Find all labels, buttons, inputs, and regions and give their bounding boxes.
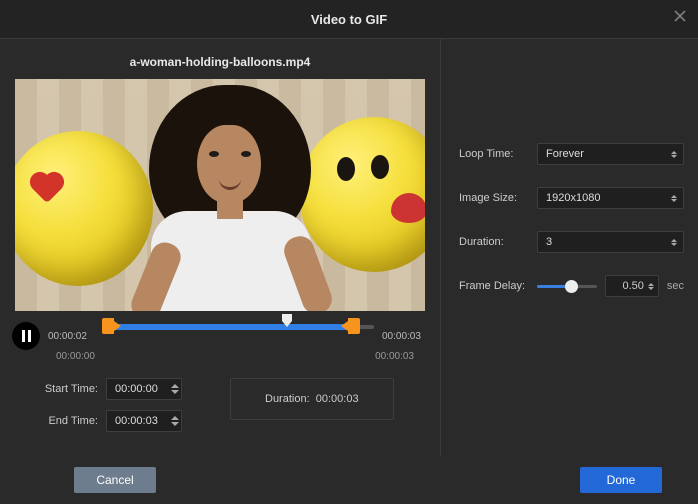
filename-label: a-woman-holding-balloons.mp4 [8, 55, 432, 69]
end-time: 00:00:03 [382, 331, 430, 342]
dialog-body: a-woman-holding-balloons.mp4 [0, 39, 698, 456]
duration-select[interactable]: 3 [537, 231, 684, 253]
left-panel: a-woman-holding-balloons.mp4 [0, 39, 440, 456]
cancel-button[interactable]: Cancel [74, 467, 156, 493]
person [135, 85, 325, 311]
selection-range [104, 324, 356, 330]
frame-delay-slider[interactable] [537, 279, 597, 293]
trim-handle-end[interactable] [348, 318, 360, 334]
trim-handle-start[interactable] [102, 318, 114, 334]
done-button[interactable]: Done [580, 467, 662, 493]
range-start-label: 00:00:00 [56, 351, 104, 362]
range-end-label: 00:00:03 [375, 351, 414, 362]
slider-knob[interactable] [565, 280, 578, 293]
trim-track[interactable] [104, 322, 374, 350]
balloon-eye [371, 155, 389, 179]
current-time: 00:00:02 [48, 331, 96, 342]
image-size-label: Image Size: [459, 192, 537, 204]
chevron-updown-icon [671, 239, 677, 246]
kiss-icon [391, 193, 425, 223]
balloon-eye [337, 157, 355, 181]
loop-time-select[interactable]: Forever [537, 143, 684, 165]
video-to-gif-dialog: Video to GIF a-woman-holding-balloons.mp… [0, 0, 698, 504]
frame-delay-value[interactable]: 0.50 [605, 275, 659, 297]
seconds-unit: sec [667, 280, 684, 292]
heart-eye-icon [33, 175, 61, 203]
playhead[interactable] [280, 314, 294, 328]
close-icon[interactable] [672, 8, 688, 24]
pause-icon [22, 330, 31, 342]
pause-button[interactable] [12, 322, 40, 350]
right-panel: Loop Time: Forever Image Size: 1920x1080… [440, 39, 698, 456]
loop-time-label: Loop Time: [459, 148, 537, 160]
footer: Cancel Done [0, 456, 698, 504]
playback-controls: 00:00:02 00:00:03 00:00:00 00:00:03 [10, 319, 430, 432]
chevron-updown-icon [671, 195, 677, 202]
duration-display: Duration: 00:00:03 [230, 378, 394, 420]
dialog-title: Video to GIF [311, 12, 387, 27]
start-time-input[interactable]: 00:00:00 [106, 378, 182, 400]
end-time-label: End Time: [38, 415, 98, 427]
start-time-stepper[interactable] [171, 384, 179, 394]
image-size-select[interactable]: 1920x1080 [537, 187, 684, 209]
duration-label: Duration: [459, 236, 537, 248]
end-time-stepper[interactable] [171, 416, 179, 426]
start-time-label: Start Time: [38, 383, 98, 395]
end-time-input[interactable]: 00:00:03 [106, 410, 182, 432]
titlebar: Video to GIF [0, 0, 698, 39]
frame-delay-label: Frame Delay: [459, 280, 537, 292]
video-preview[interactable] [15, 79, 425, 311]
chevron-updown-icon [671, 151, 677, 158]
time-fields: Start Time: 00:00:00 End Time: 00:00:03 [10, 378, 430, 432]
chevron-updown-icon [648, 283, 654, 290]
